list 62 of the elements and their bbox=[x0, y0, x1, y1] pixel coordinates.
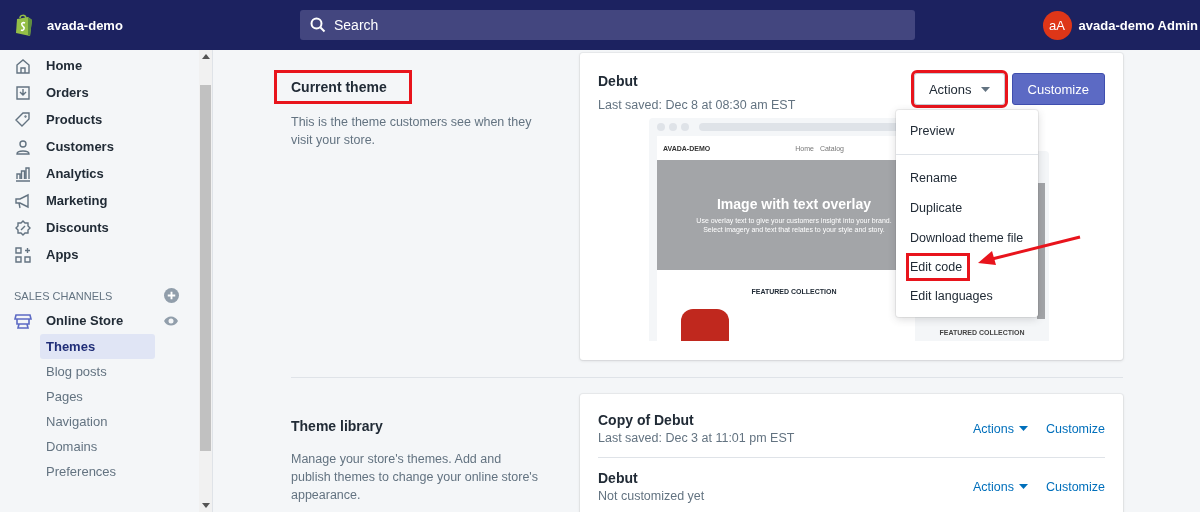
actions-link[interactable]: Actions bbox=[972, 421, 1028, 436]
store-name[interactable]: avada-demo bbox=[47, 17, 123, 33]
theme-name: Copy of Debut bbox=[598, 412, 695, 428]
nav-item[interactable]: Discounts bbox=[14, 214, 109, 241]
nav-item[interactable]: Products bbox=[14, 106, 103, 133]
menu-item[interactable]: Edit languages bbox=[896, 281, 1007, 311]
nav-item[interactable]: Home bbox=[14, 52, 83, 79]
customize-link[interactable]: Customize bbox=[1045, 479, 1105, 494]
theme-status: Last saved: Dec 3 at 11:01 pm EST bbox=[598, 431, 795, 445]
nav-icon bbox=[14, 245, 32, 264]
menu-item[interactable]: Preview bbox=[896, 116, 969, 146]
account-name[interactable]: avada-demo Admin bbox=[1078, 17, 1198, 33]
section-description: This is the theme customers see when they visit your store. bbox=[291, 114, 533, 149]
nav-icon bbox=[14, 191, 32, 210]
sub-nav-item[interactable]: Blog posts bbox=[40, 359, 152, 384]
scroll-up-icon[interactable] bbox=[201, 54, 210, 59]
menu-item[interactable]: Duplicate bbox=[896, 193, 977, 223]
theme-status: Not customized yet bbox=[598, 489, 705, 503]
sub-nav-item[interactable]: Domains bbox=[40, 434, 152, 459]
shopping-bag-logo-icon[interactable] bbox=[14, 13, 34, 37]
caret-icon bbox=[980, 86, 990, 92]
search-field[interactable]: Search bbox=[300, 10, 915, 40]
nav-icon bbox=[14, 110, 32, 129]
actions-link[interactable]: Actions bbox=[972, 479, 1028, 494]
sub-nav-item[interactable]: Pages bbox=[40, 384, 152, 409]
menu-item[interactable]: Edit code bbox=[906, 253, 971, 281]
hero-title: Image with text overlay bbox=[716, 196, 872, 212]
nav-icon bbox=[14, 164, 32, 183]
avatar[interactable]: aA bbox=[1042, 10, 1072, 40]
customize-link[interactable]: Customize bbox=[1045, 421, 1105, 436]
caret-icon bbox=[1018, 484, 1028, 489]
menu-item[interactable]: Rename bbox=[896, 163, 972, 193]
sub-nav-item[interactable]: Navigation bbox=[40, 409, 152, 434]
search-icon bbox=[310, 17, 326, 33]
nav-item[interactable]: Customers bbox=[14, 133, 114, 160]
storefront-icon bbox=[14, 311, 32, 330]
theme-name: Debut bbox=[598, 73, 639, 89]
nav-icon bbox=[14, 83, 32, 102]
nav-item[interactable]: Online Store bbox=[14, 307, 179, 334]
scroll-down-icon[interactable] bbox=[201, 503, 210, 508]
section-heading: Current theme bbox=[277, 73, 409, 101]
nav-icon bbox=[14, 56, 32, 75]
product-photo-placeholder bbox=[681, 309, 729, 341]
sub-nav-item[interactable]: Themes bbox=[40, 334, 155, 359]
caret-icon bbox=[1018, 426, 1028, 431]
theme-name: Debut bbox=[598, 470, 639, 486]
nav-item[interactable]: Marketing bbox=[14, 187, 108, 214]
last-saved-text: Last saved: Dec 8 at 08:30 am EST bbox=[598, 98, 796, 112]
section-heading: Theme library bbox=[291, 417, 383, 436]
nav-item[interactable]: Orders bbox=[14, 79, 89, 106]
nav-item[interactable]: Apps bbox=[14, 241, 79, 268]
section-heading: SALES CHANNELS bbox=[14, 289, 113, 302]
scrollbar[interactable] bbox=[199, 50, 212, 512]
section-description: Manage your store's themes. Add and publish themes to change your online store's appearance. bbox=[291, 451, 539, 504]
actions-button[interactable]: Actions bbox=[913, 73, 1005, 105]
nav-icon bbox=[14, 137, 32, 156]
customize-button[interactable]: Customize bbox=[1011, 73, 1105, 105]
menu-item[interactable]: Download theme file bbox=[896, 223, 1038, 253]
nav-item[interactable]: Analytics bbox=[14, 160, 104, 187]
add-icon[interactable] bbox=[164, 288, 179, 303]
nav-icon bbox=[14, 218, 32, 237]
sub-nav-item[interactable]: Preferences bbox=[40, 459, 152, 484]
